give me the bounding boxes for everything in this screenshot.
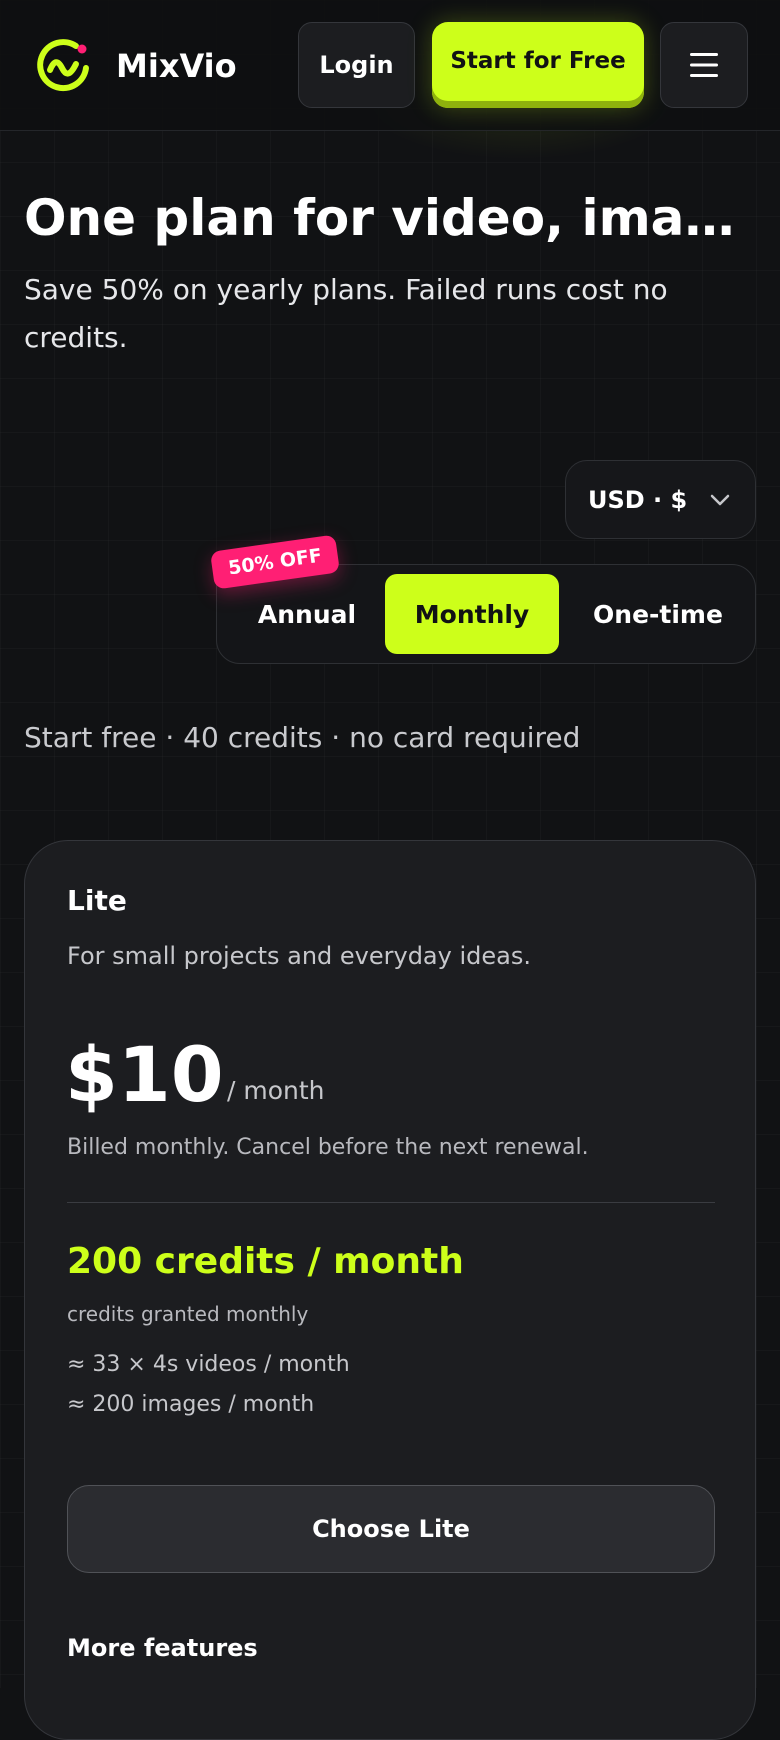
choose-lite-button[interactable]: Choose Lite bbox=[67, 1485, 715, 1573]
billing-option-annual[interactable]: Annual bbox=[237, 574, 377, 654]
plan-card-lite: Lite For small projects and everyday ide… bbox=[24, 840, 756, 1740]
plan-price: $10 bbox=[65, 1030, 224, 1119]
brand-name[interactable]: MixVio bbox=[116, 44, 237, 88]
usage-estimates: ≈ 33 × 4s videos / month ≈ 200 images / … bbox=[67, 1345, 350, 1425]
top-header: MixVio Login Start for Free bbox=[0, 0, 780, 131]
credits-note: credits granted monthly bbox=[67, 1302, 309, 1326]
plan-description: For small projects and everyday ideas. bbox=[67, 942, 531, 970]
page-title: One plan for video, image, ... bbox=[24, 189, 760, 247]
chevron-down-icon bbox=[710, 494, 730, 506]
menu-button[interactable] bbox=[660, 22, 748, 108]
free-trial-note: Start free · 40 credits · no card requir… bbox=[24, 721, 581, 754]
divider bbox=[67, 1202, 715, 1203]
login-button[interactable]: Login bbox=[298, 22, 415, 108]
currency-select[interactable]: USD · $ bbox=[565, 460, 756, 539]
billing-option-monthly[interactable]: Monthly bbox=[385, 574, 559, 654]
start-for-free-button[interactable]: Start for Free bbox=[432, 22, 644, 108]
hamburger-menu-icon bbox=[690, 53, 718, 77]
more-features-heading: More features bbox=[67, 1634, 258, 1662]
billing-period-toggle: Annual Monthly One-time bbox=[216, 564, 756, 664]
plan-name: Lite bbox=[67, 884, 127, 917]
usage-item: ≈ 200 images / month bbox=[67, 1392, 315, 1417]
billing-option-one-time[interactable]: One-time bbox=[573, 574, 743, 654]
mixvio-logo-icon[interactable] bbox=[36, 38, 92, 94]
billing-note: Billed monthly. Cancel before the next r… bbox=[67, 1135, 589, 1160]
plan-price-period: / month bbox=[227, 1076, 325, 1105]
usage-item: ≈ 33 × 4s videos / month bbox=[67, 1352, 350, 1377]
page-subtitle: Save 50% on yearly plans. Failed runs co… bbox=[24, 273, 668, 354]
currency-selected-value: USD · $ bbox=[588, 485, 688, 514]
plan-credits: 200 credits / month bbox=[67, 1241, 464, 1282]
